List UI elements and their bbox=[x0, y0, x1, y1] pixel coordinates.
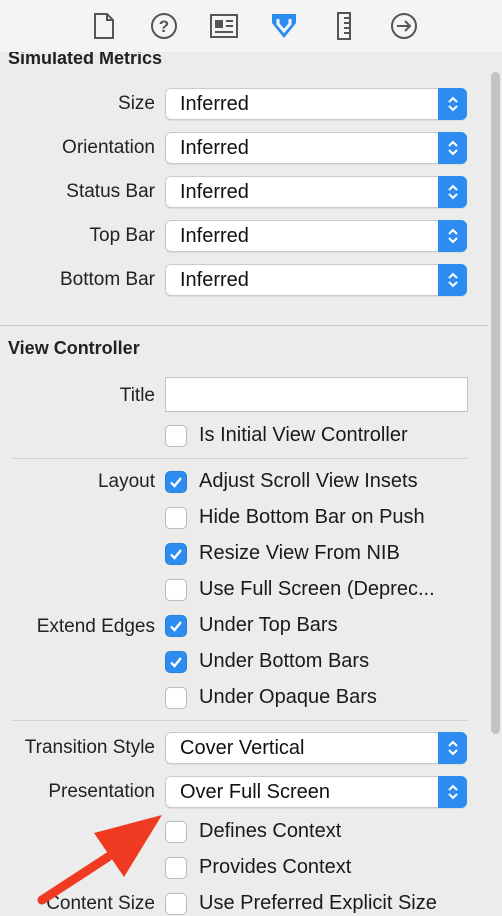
orientation-value: Inferred bbox=[180, 137, 249, 159]
top-bar-value: Inferred bbox=[180, 225, 249, 247]
title-field[interactable] bbox=[165, 377, 468, 412]
svg-text:?: ? bbox=[159, 17, 169, 36]
bottom-bar-popup[interactable]: Inferred bbox=[165, 264, 467, 296]
resize-nib-checkbox[interactable] bbox=[165, 543, 187, 565]
full-screen-label: Use Full Screen (Deprec... bbox=[199, 578, 435, 600]
transition-style-value: Cover Vertical bbox=[180, 737, 305, 759]
orientation-label: Orientation bbox=[62, 137, 155, 158]
transition-style-label: Transition Style bbox=[24, 737, 155, 758]
preferred-size-label: Use Preferred Explicit Size bbox=[199, 892, 437, 914]
connections-inspector-icon[interactable] bbox=[389, 11, 419, 41]
checkmark-icon bbox=[170, 657, 182, 668]
hide-bottom-bar-checkbox[interactable] bbox=[165, 507, 187, 529]
presentation-popup[interactable]: Over Full Screen bbox=[165, 776, 467, 808]
size-popup[interactable]: Inferred bbox=[165, 88, 467, 120]
checkmark-icon bbox=[170, 549, 182, 560]
status-bar-label: Status Bar bbox=[66, 181, 155, 202]
provides-context-label: Provides Context bbox=[199, 856, 352, 878]
top-bar-label: Top Bar bbox=[89, 225, 155, 246]
status-bar-popup[interactable]: Inferred bbox=[165, 176, 467, 208]
section-divider bbox=[0, 325, 488, 326]
under-top-bars-checkbox[interactable] bbox=[165, 615, 187, 637]
view-controller-heading: View Controller bbox=[8, 338, 140, 358]
adjust-scroll-label: Adjust Scroll View Insets bbox=[199, 470, 418, 492]
group-divider bbox=[12, 458, 468, 459]
chevron-updown-icon bbox=[438, 220, 467, 252]
size-value: Inferred bbox=[180, 93, 249, 115]
help-inspector-icon[interactable]: ? bbox=[149, 11, 179, 41]
chevron-updown-icon bbox=[438, 132, 467, 164]
under-opaque-bars-label: Under Opaque Bars bbox=[199, 686, 377, 708]
layout-label: Layout bbox=[97, 471, 155, 492]
chevron-updown-icon bbox=[438, 732, 467, 764]
orientation-popup[interactable]: Inferred bbox=[165, 132, 467, 164]
under-opaque-bars-checkbox[interactable] bbox=[165, 687, 187, 709]
checkmark-icon bbox=[170, 621, 182, 632]
top-bar-popup[interactable]: Inferred bbox=[165, 220, 467, 252]
presentation-value: Over Full Screen bbox=[180, 781, 331, 803]
annotation-arrow-icon bbox=[37, 815, 162, 905]
resize-nib-label: Resize View From NIB bbox=[199, 542, 400, 564]
defines-context-label: Defines Context bbox=[199, 820, 342, 842]
scrollbar-thumb[interactable] bbox=[491, 72, 500, 734]
file-inspector-icon[interactable] bbox=[89, 11, 119, 41]
adjust-scroll-checkbox[interactable] bbox=[165, 471, 187, 493]
inspector-toolbar: ? bbox=[0, 0, 502, 52]
under-top-bars-label: Under Top Bars bbox=[199, 614, 338, 636]
initial-vc-label: Is Initial View Controller bbox=[199, 424, 408, 446]
under-bottom-bars-label: Under Bottom Bars bbox=[199, 650, 370, 672]
bottom-bar-value: Inferred bbox=[180, 269, 249, 291]
presentation-label: Presentation bbox=[48, 781, 155, 802]
full-screen-checkbox[interactable] bbox=[165, 579, 187, 601]
transition-style-popup[interactable]: Cover Vertical bbox=[165, 732, 467, 764]
attributes-inspector-panel: Simulated Metrics Size Inferred Orientat… bbox=[0, 52, 488, 916]
size-inspector-icon[interactable] bbox=[329, 11, 359, 41]
size-label: Size bbox=[118, 93, 155, 114]
checkmark-icon bbox=[170, 477, 182, 488]
extend-edges-label: Extend Edges bbox=[36, 616, 155, 637]
initial-vc-checkbox[interactable] bbox=[165, 425, 187, 447]
bottom-bar-label: Bottom Bar bbox=[59, 269, 155, 290]
title-label: Title bbox=[119, 385, 155, 406]
status-bar-value: Inferred bbox=[180, 181, 249, 203]
chevron-updown-icon bbox=[438, 88, 467, 120]
attributes-inspector-icon[interactable] bbox=[269, 11, 299, 41]
chevron-updown-icon bbox=[438, 176, 467, 208]
group-divider bbox=[12, 720, 468, 721]
hide-bottom-bar-label: Hide Bottom Bar on Push bbox=[199, 506, 425, 528]
chevron-updown-icon bbox=[438, 776, 467, 808]
chevron-updown-icon bbox=[438, 264, 467, 296]
simulated-metrics-heading: Simulated Metrics bbox=[8, 52, 163, 68]
under-bottom-bars-checkbox[interactable] bbox=[165, 651, 187, 673]
identity-inspector-icon[interactable] bbox=[209, 11, 239, 41]
